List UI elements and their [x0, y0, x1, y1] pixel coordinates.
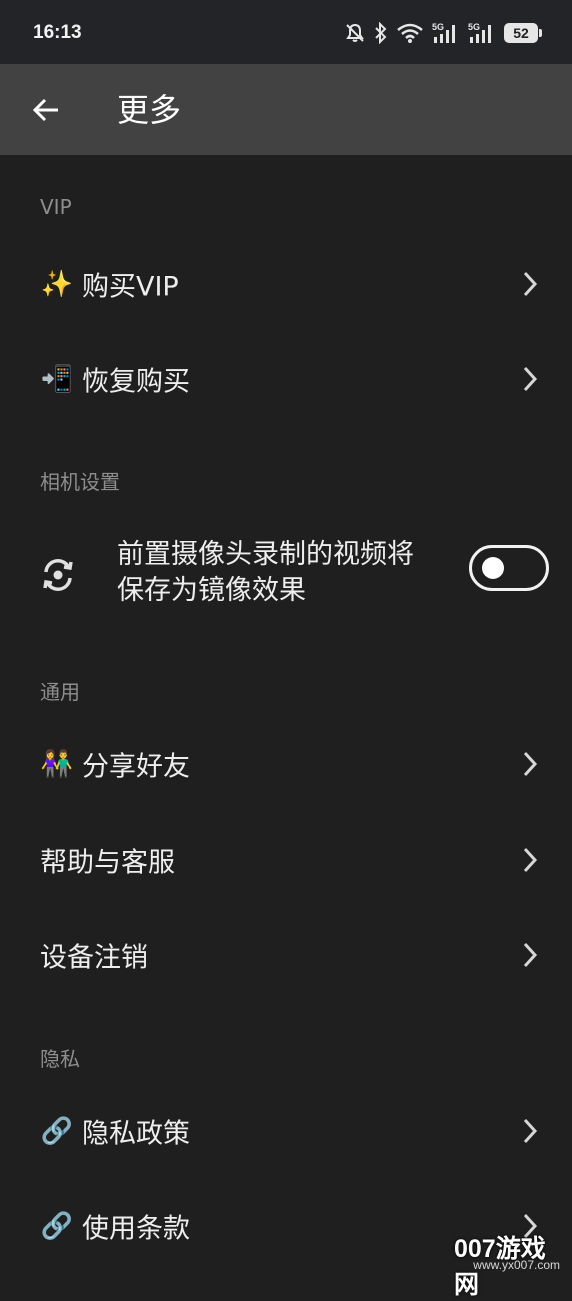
section-title-camera: 相机设置 [40, 470, 120, 494]
link-icon: 🔗 [40, 1211, 74, 1241]
chevron-right-icon [523, 366, 538, 392]
signal-5g-icon: 5G [468, 21, 496, 45]
link-icon: 🔗 [40, 1116, 74, 1146]
svg-text:5G: 5G [432, 22, 444, 32]
bell-muted-icon [344, 22, 366, 44]
menu-item-label: 帮助与客服 [40, 847, 175, 879]
menu-item-buy-vip[interactable]: ✨ 购买VIP [0, 244, 572, 324]
chevron-right-icon [523, 942, 538, 968]
svg-text:5G: 5G [468, 22, 480, 32]
section-title-vip: VIP [40, 195, 72, 219]
menu-item-device-logout[interactable]: 设备注销 [0, 915, 572, 995]
signal-5g-icon: 5G [432, 21, 460, 45]
wifi-icon [396, 22, 424, 44]
menu-item-help-support[interactable]: 帮助与客服 [0, 820, 572, 900]
watermark: 007游戏网 www.yx007.com [454, 1229, 566, 1299]
bluetooth-icon [374, 22, 388, 44]
menu-item-restore-purchase[interactable]: 📲 恢复购买 [0, 339, 572, 419]
mirror-setting-label: 前置摄像头录制的视频将保存为镜像效果 [117, 539, 414, 606]
camera-switch-icon [43, 559, 73, 591]
app-toolbar: 更多 [0, 64, 572, 155]
section-title-general: 通用 [40, 680, 80, 704]
status-time: 16:13 [33, 22, 82, 43]
mirror-toggle[interactable] [469, 545, 549, 591]
chevron-right-icon [523, 271, 538, 297]
watermark-url: www.yx007.com [473, 1258, 560, 1272]
section-title-privacy: 隐私 [40, 1047, 80, 1071]
menu-item-label: 恢复购买 [82, 366, 190, 398]
menu-item-label: 购买VIP [82, 271, 179, 303]
sparkles-icon: ✨ [40, 269, 74, 299]
back-button[interactable] [24, 88, 68, 132]
phone-arrow-icon: 📲 [40, 364, 74, 394]
menu-item-label: 隐私政策 [82, 1118, 190, 1150]
toggle-knob [482, 557, 504, 579]
chevron-right-icon [523, 847, 538, 873]
battery-icon: 52 [504, 23, 542, 43]
chevron-right-icon [523, 751, 538, 777]
chevron-right-icon [523, 1118, 538, 1144]
couple-icon: 👫 [40, 749, 74, 779]
status-bar: 16:13 5G 5G 52 [0, 0, 572, 64]
menu-item-share-friends[interactable]: 👫 分享好友 [0, 724, 572, 804]
menu-item-label: 使用条款 [82, 1213, 190, 1245]
menu-item-label: 设备注销 [40, 942, 148, 974]
page-title: 更多 [117, 91, 182, 129]
menu-item-label: 分享好友 [82, 751, 190, 783]
arrow-left-icon [32, 98, 58, 122]
setting-mirror-front-camera: 前置摄像头录制的视频将保存为镜像效果 [0, 520, 572, 630]
status-icons: 5G 5G 52 [344, 18, 542, 48]
menu-item-privacy-policy[interactable]: 🔗 隐私政策 [0, 1091, 572, 1171]
